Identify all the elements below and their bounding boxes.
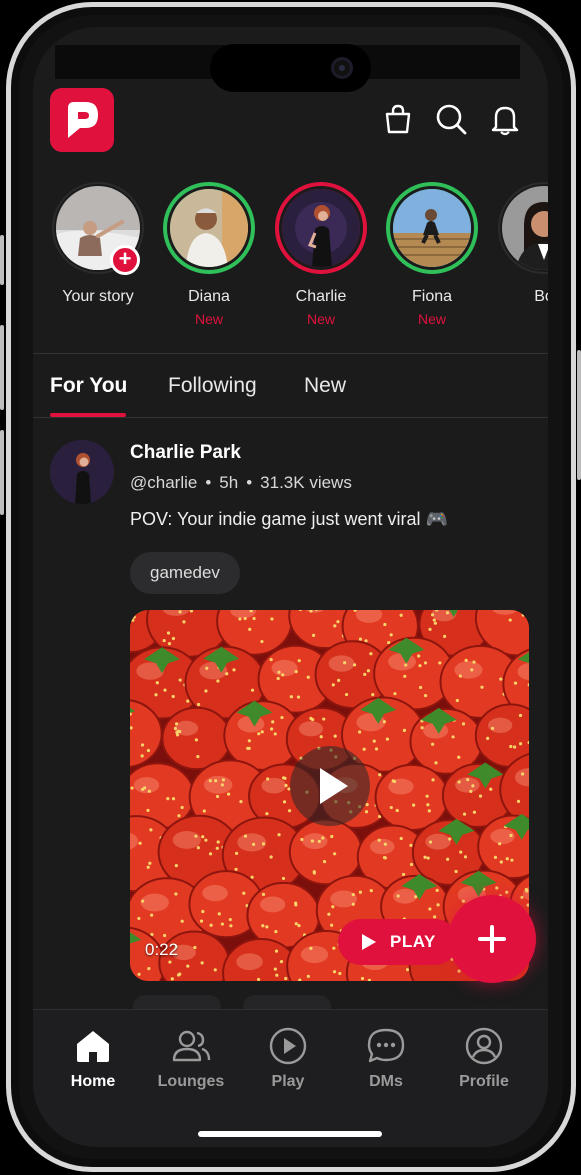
camera-icon [331, 57, 353, 79]
nav-lounges[interactable]: Lounges [146, 1026, 236, 1091]
search-icon[interactable] [434, 102, 468, 136]
post-age: 5h [219, 473, 239, 492]
post-tag-chip[interactable]: gamedev [130, 552, 240, 594]
app-screen: + Your story Diana New Charlie New Fiona… [33, 27, 548, 1147]
tab-new[interactable]: New [304, 374, 346, 398]
avatar [502, 186, 548, 270]
feed-tabs: For You Following New [33, 370, 548, 418]
story-your-story[interactable]: + Your story [48, 182, 148, 306]
profile-icon [465, 1027, 503, 1065]
story-new-badge: New [306, 311, 335, 327]
play-icon [320, 768, 348, 804]
tab-for-you[interactable]: For You [50, 374, 127, 398]
play-button-label: PLAY [390, 932, 436, 951]
strawberry [288, 818, 363, 886]
avatar [170, 189, 248, 267]
side-button [0, 325, 4, 410]
divider [33, 353, 548, 354]
side-button [577, 350, 581, 480]
play-icon [362, 934, 376, 950]
play-overlay-button[interactable] [290, 746, 370, 826]
nav-label: Play [271, 1073, 305, 1090]
tab-following[interactable]: Following [168, 374, 257, 398]
people-icon [172, 1030, 211, 1062]
story-name: Your story [62, 288, 134, 305]
home-icon [77, 1031, 109, 1062]
add-story-icon[interactable]: + [110, 245, 140, 275]
story-charlie[interactable]: Charlie New [271, 182, 371, 327]
nav-home[interactable]: Home [48, 1026, 138, 1091]
story-bo[interactable]: Bo [494, 182, 548, 306]
story-diana[interactable]: Diana New [159, 182, 259, 327]
home-indicator [198, 1131, 382, 1137]
nav-label: Home [70, 1073, 116, 1090]
nav-dms[interactable]: DMs [341, 1026, 431, 1091]
story-name: Bo [534, 288, 548, 305]
video-duration: 0:22 [145, 940, 179, 959]
story-name: Diana [188, 288, 230, 305]
strawberry [161, 706, 232, 771]
story-name: Charlie [295, 288, 347, 305]
separator: • [205, 473, 212, 492]
avatar [50, 440, 114, 504]
create-post-button[interactable] [448, 895, 536, 983]
play-button[interactable]: PLAY [338, 919, 458, 965]
bottom-navigation: Home Lounges Play DMs Profile [33, 1009, 548, 1147]
post-author-avatar[interactable] [50, 440, 114, 504]
app-logo[interactable] [50, 88, 114, 152]
bag-icon[interactable] [381, 102, 415, 136]
avatar [282, 189, 360, 267]
nav-label: Lounges [157, 1073, 225, 1090]
side-button [0, 235, 4, 285]
bell-icon[interactable] [488, 102, 522, 136]
phone-device: + Your story Diana New Charlie New Fiona… [0, 0, 581, 1175]
post-meta: @charlie • 5h • 31.3K views [130, 473, 352, 493]
nav-play[interactable]: Play [243, 1026, 333, 1091]
story-fiona[interactable]: Fiona New [382, 182, 482, 327]
story-new-badge: New [194, 311, 223, 327]
post-handle[interactable]: @charlie [130, 473, 197, 492]
stories-row: + Your story Diana New Charlie New Fiona… [33, 182, 548, 342]
separator: • [246, 473, 253, 492]
story-new-badge: New [417, 311, 446, 327]
strawberry [374, 763, 450, 832]
divider [33, 417, 548, 418]
play-circle-icon [269, 1027, 307, 1065]
nav-profile[interactable]: Profile [439, 1026, 529, 1091]
chat-icon [367, 1028, 405, 1063]
post-author-name[interactable]: Charlie Park [130, 442, 241, 464]
story-name: Fiona [411, 288, 453, 305]
logo-mark-icon [68, 102, 98, 138]
post-caption: POV: Your indie game just went viral 🎮 [130, 509, 448, 529]
side-button [0, 430, 4, 515]
post-views: 31.3K views [260, 473, 352, 492]
nav-label: DMs [369, 1073, 403, 1090]
avatar [393, 189, 471, 267]
nav-label: Profile [459, 1073, 509, 1090]
